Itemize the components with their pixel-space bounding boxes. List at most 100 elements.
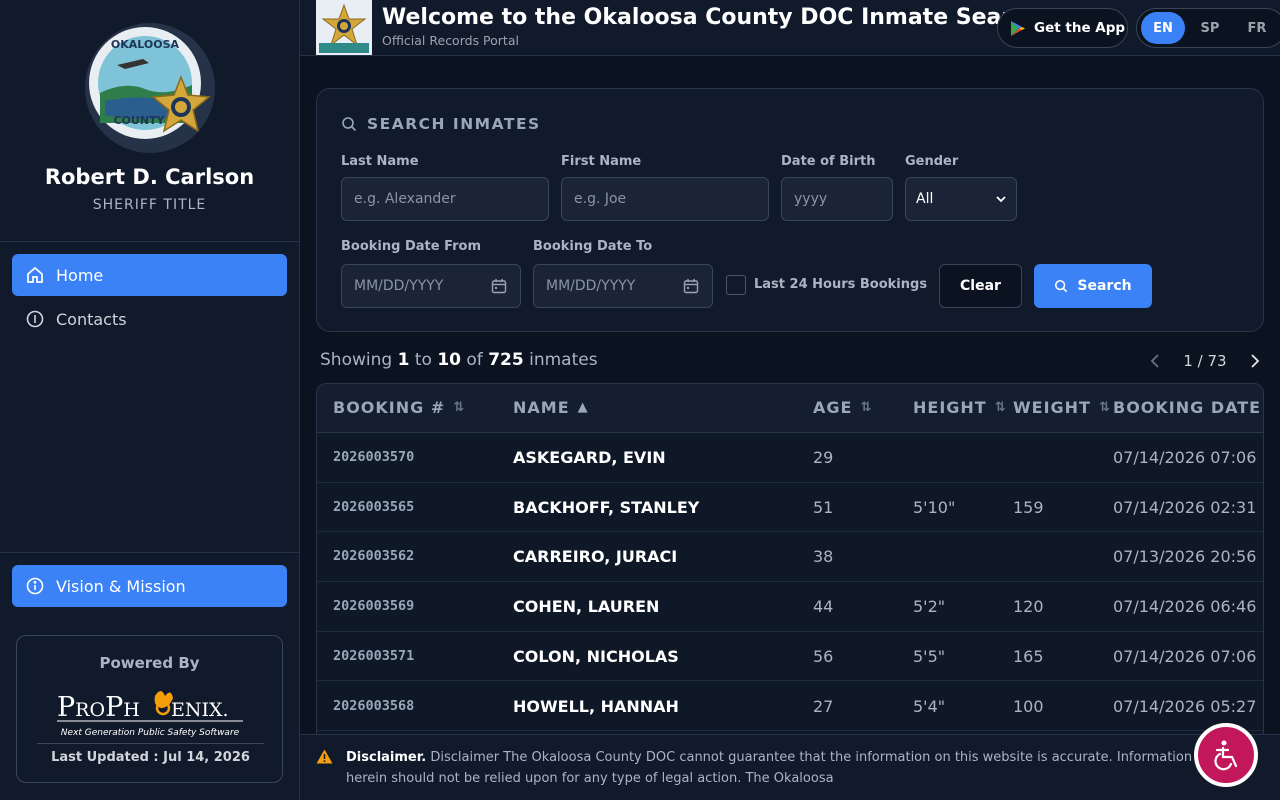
sidebar-item-home[interactable]: Home (12, 254, 287, 296)
dob-label: Date of Birth (781, 154, 876, 169)
lang-sp-button[interactable]: SP (1188, 12, 1232, 44)
page-subtitle: Official Records Portal (382, 33, 519, 48)
chevron-left-icon[interactable] (1150, 354, 1160, 368)
inmates-table: BOOKING # ⇅ NAME ▲ AGE ⇅ HEIGHT ⇅ WEIGHT ⇅ BO… (316, 383, 1264, 735)
column-header-age[interactable]: AGE ⇅ (813, 398, 871, 417)
svg-text:PROPH: PROPH (57, 692, 140, 723)
clear-button[interactable]: Clear (939, 264, 1022, 308)
calendar-icon[interactable] (491, 278, 507, 298)
search-icon (1054, 279, 1068, 293)
booking-number: 2026003570 (333, 449, 415, 465)
top-header: Welcome to the Okaloosa County DOC Inmat… (300, 0, 1280, 56)
column-header-weight[interactable]: WEIGHT ⇅ (1013, 398, 1110, 417)
last-24-hours-checkbox[interactable] (726, 275, 746, 295)
column-label: HEIGHT (913, 398, 987, 417)
inmate-age: 51 (813, 497, 834, 517)
column-header-height[interactable]: HEIGHT ⇅ (913, 398, 1006, 417)
prophoenix-logo: PROPH ENIX. Next Generation Public Safet… (37, 684, 264, 745)
inmate-name[interactable]: COLON, NICHOLAS (513, 647, 679, 666)
search-card: SEARCH INMATES Last Name First Name Date… (316, 88, 1264, 332)
booking-date: 07/14/2026 06:46 (1113, 597, 1257, 617)
accessibility-icon (1208, 737, 1244, 773)
booking-number: 2026003562 (333, 548, 415, 565)
sheriff-title: SHERIFF TITLE (92, 197, 207, 213)
column-header-name[interactable]: NAME ▲ (513, 398, 588, 417)
disclaimer-body: Disclaimer The Okaloosa County DOC canno… (346, 750, 1193, 786)
sidebar: OKALOOSA COUNTY Robert D. Carlson SHERIF… (0, 0, 300, 800)
powered-tagline: Next Generation Public Safety Software (61, 728, 240, 738)
inmate-age: 38 (813, 547, 834, 567)
inmate-name[interactable]: ASKEGARD, EVIN (513, 448, 666, 467)
table-row[interactable]: 2026003562 CARREIRO, JURACI 38 07/13/202… (317, 532, 1263, 583)
inmate-name[interactable]: BACKHOFF, STANLEY (513, 498, 699, 517)
last-24-hours-label: Last 24 Hours Bookings (754, 277, 928, 292)
first-name-input[interactable] (561, 177, 769, 221)
first-name-label: First Name (561, 154, 642, 169)
to-word: to (414, 350, 432, 370)
chevron-right-icon[interactable] (1250, 354, 1260, 368)
gender-select[interactable]: All (905, 177, 1017, 221)
vision-mission-button[interactable]: Vision & Mission (12, 565, 287, 607)
language-switcher: EN SP FR (1136, 8, 1280, 48)
table-row[interactable]: 2026003568 HOWELL, HANNAH 27 5'4" 100 07… (317, 682, 1263, 732)
sort-asc-icon: ▲ (577, 400, 588, 415)
home-icon (26, 266, 44, 284)
sort-icon: ⇅ (860, 400, 872, 415)
info-circle-icon (26, 577, 44, 595)
disclaimer-bar: Disclaimer. Disclaimer The Okaloosa Coun… (300, 734, 1280, 800)
table-row[interactable]: 2026003571 COLON, NICHOLAS 56 5'5" 165 0… (317, 632, 1263, 682)
sidebar-item-contacts[interactable]: Contacts (12, 298, 287, 340)
sort-icon: ⇅ (453, 400, 465, 415)
results-from: 1 (397, 350, 410, 370)
column-header-booking[interactable]: BOOKING # ⇅ (333, 398, 464, 417)
booking-date: 07/14/2026 07:06 (1113, 646, 1257, 666)
play-store-icon (1010, 20, 1026, 37)
search-button[interactable]: Search (1034, 264, 1152, 308)
search-title-label: SEARCH INMATES (367, 115, 541, 133)
warning-icon (316, 749, 333, 768)
sidebar-divider (0, 241, 299, 242)
vision-mission-label: Vision & Mission (56, 576, 186, 596)
table-row[interactable]: 2026003570 ASKEGARD, EVIN 29 07/14/2026 … (317, 433, 1263, 483)
table-row[interactable]: 2026003569 COHEN, LAUREN 44 5'2" 120 07/… (317, 582, 1263, 632)
inmate-weight: 165 (1013, 646, 1044, 666)
column-label: AGE (813, 398, 853, 417)
inmate-name[interactable]: HOWELL, HANNAH (513, 697, 679, 716)
last-name-label: Last Name (341, 154, 419, 169)
table-header: BOOKING # ⇅ NAME ▲ AGE ⇅ HEIGHT ⇅ WEIGHT ⇅ BO… (317, 384, 1263, 433)
chevron-down-icon (996, 194, 1006, 204)
table-row[interactable]: 2026003565 BACKHOFF, STANLEY 51 5'10" 15… (317, 483, 1263, 533)
page-title: Welcome to the Okaloosa County DOC Inmat… (382, 5, 1022, 30)
gender-label: Gender (905, 154, 959, 169)
get-the-app-button[interactable]: Get the App (997, 8, 1128, 48)
accessibility-button[interactable] (1194, 723, 1258, 787)
booking-number: 2026003568 (333, 697, 415, 714)
booking-number: 2026003565 (333, 498, 415, 515)
booking-date: 07/14/2026 07:06 (1113, 448, 1257, 467)
sheriff-badge-logo (316, 0, 372, 55)
dob-input[interactable] (781, 177, 893, 221)
inmate-name[interactable]: COHEN, LAUREN (513, 597, 659, 616)
lang-en-button[interactable]: EN (1141, 12, 1185, 44)
sidebar-divider (0, 552, 299, 553)
booking-to-field (533, 264, 713, 308)
booking-date: 07/13/2026 20:56 (1113, 547, 1257, 567)
booking-number: 2026003571 (333, 647, 415, 664)
info-icon (26, 310, 44, 328)
search-button-label: Search (1077, 278, 1132, 294)
pagination: 1 / 73 (1150, 350, 1260, 372)
calendar-icon[interactable] (683, 278, 699, 298)
last-name-input[interactable] (341, 177, 549, 221)
lang-fr-button[interactable]: FR (1235, 12, 1279, 44)
booking-number: 2026003569 (333, 598, 415, 615)
booking-to-label: Booking Date To (533, 239, 653, 254)
inmate-age: 29 (813, 448, 834, 467)
column-header-booking-date[interactable]: BOOKING DATE (1113, 398, 1261, 417)
svg-text:OKALOOSA: OKALOOSA (111, 38, 180, 51)
svg-text:ENIX.: ENIX. (171, 699, 229, 721)
powered-by-label: Powered By (99, 654, 200, 672)
powered-by-card: Powered By PROPH ENIX. Next Generation P… (16, 635, 283, 783)
inmate-name[interactable]: CARREIRO, JURACI (513, 547, 677, 566)
booking-date: 07/14/2026 02:31 (1113, 497, 1257, 517)
last-updated: Last Updated : Jul 14, 2026 (51, 750, 250, 765)
